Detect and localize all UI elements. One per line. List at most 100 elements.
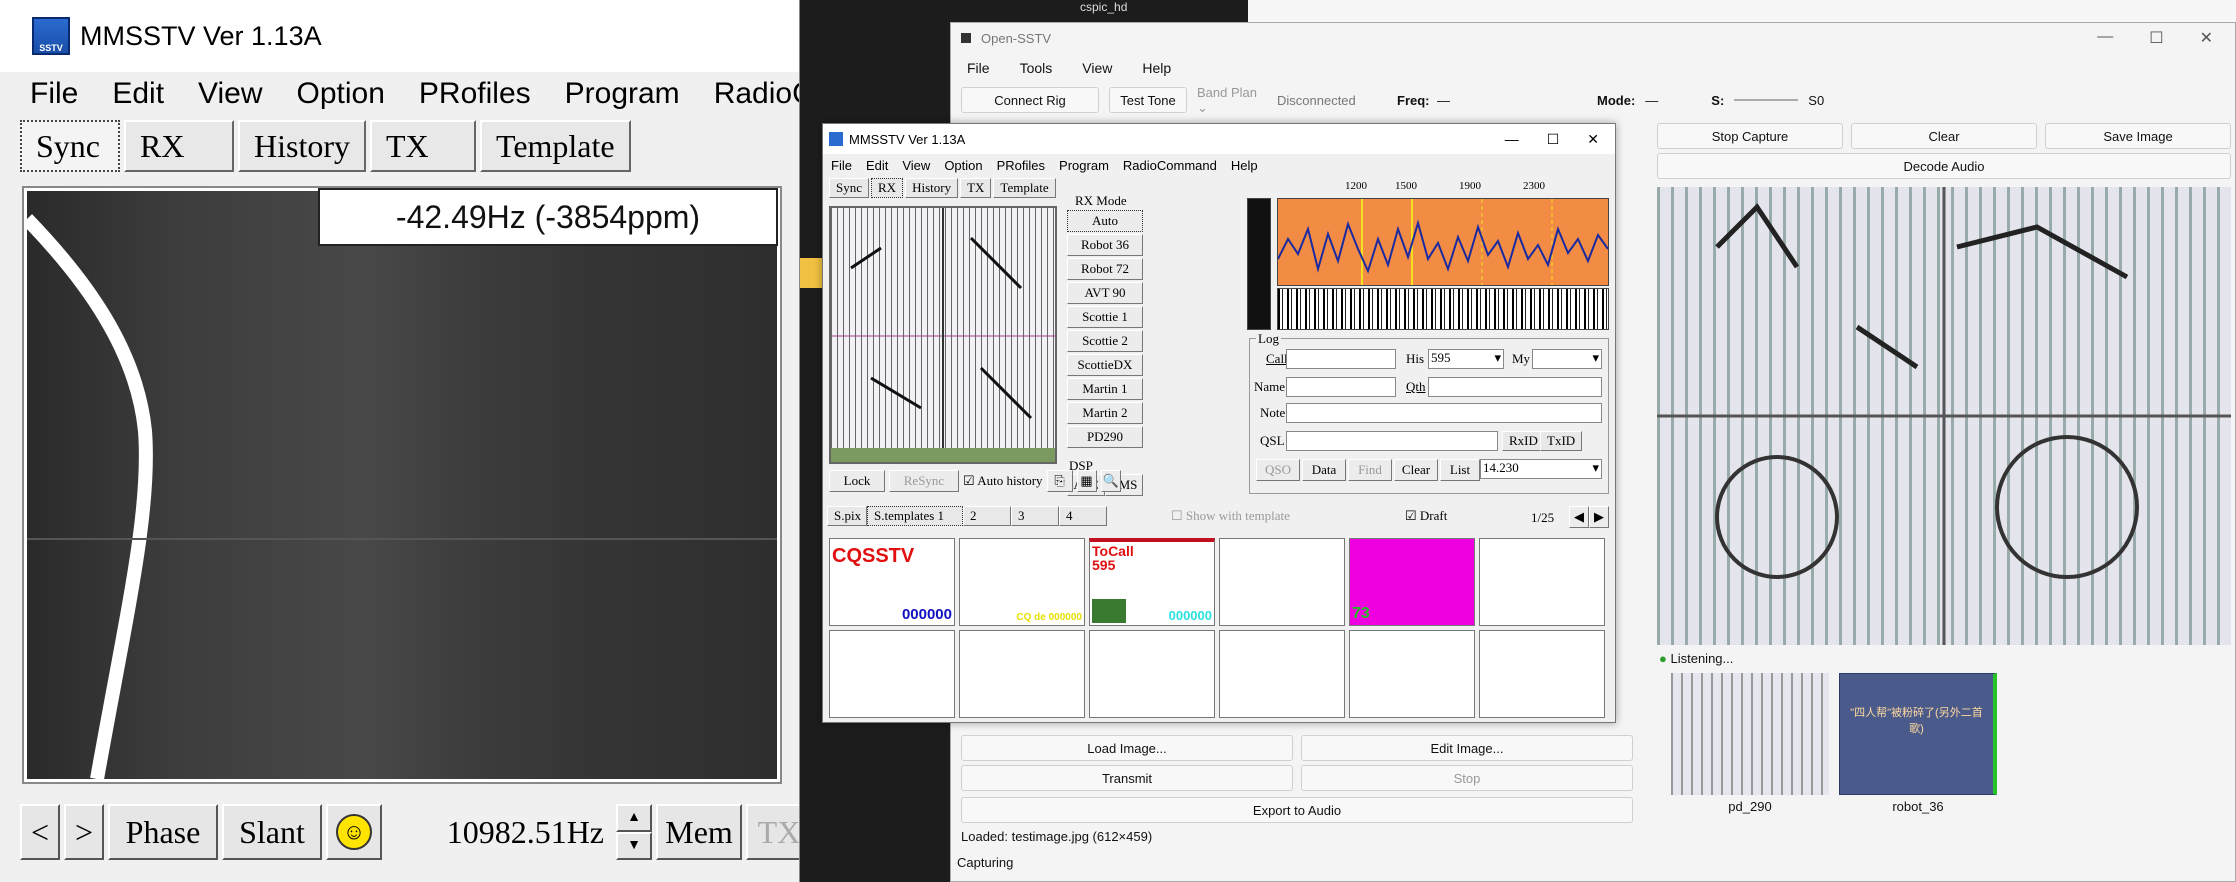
show-with-template-checkbox[interactable]: ☐ Show with template — [1171, 508, 1290, 524]
stop-button[interactable]: Stop — [1301, 765, 1633, 791]
minimize-icon[interactable]: — — [2097, 28, 2113, 48]
minimize-icon[interactable]: — — [1505, 131, 1519, 148]
thumbnail-pd290[interactable] — [1671, 673, 1829, 795]
my-rst-select[interactable]: ▾ — [1532, 349, 1602, 369]
auto-history-checkbox[interactable]: ☑ Auto history — [963, 473, 1043, 489]
stop-capture-button[interactable]: Stop Capture — [1657, 123, 1843, 149]
tab-spix[interactable]: S.pix — [827, 506, 867, 526]
tab-stemplates1[interactable]: S.templates 1 — [867, 506, 963, 526]
tab-rx[interactable]: RX — [124, 120, 234, 172]
clear-log-button[interactable]: Clear — [1394, 459, 1438, 481]
menu-view[interactable]: View — [902, 158, 930, 173]
zoom-icon[interactable]: 🔍 — [1100, 470, 1121, 492]
page-next-icon[interactable]: ▶ — [1589, 506, 1609, 528]
lock-button[interactable]: Lock — [829, 470, 885, 492]
menu-profiles[interactable]: PRofiles — [419, 77, 531, 111]
prev-button[interactable]: < — [20, 804, 60, 860]
thumbnail-robot36[interactable]: "四人帮"被粉碎了(另外二首歌) — [1839, 673, 1997, 795]
close-icon[interactable]: ✕ — [2200, 28, 2213, 48]
color-bars-icon[interactable]: ▦ — [1076, 470, 1097, 492]
decode-audio-button[interactable]: Decode Audio — [1657, 153, 2231, 179]
menu-view[interactable]: View — [198, 77, 262, 111]
menu-option[interactable]: Option — [297, 77, 385, 111]
test-tone-button[interactable]: Test Tone — [1109, 87, 1187, 113]
menu-file[interactable]: File — [967, 60, 990, 76]
menu-edit[interactable]: Edit — [112, 77, 164, 111]
qth-input[interactable] — [1428, 377, 1602, 397]
spin-down-icon[interactable]: ▼ — [616, 832, 652, 860]
resync-button[interactable]: ReSync — [889, 470, 959, 492]
template-cq-de[interactable]: CQ de 000000 — [959, 538, 1085, 626]
tab-templates2[interactable]: 2 — [963, 506, 1011, 526]
qsl-input[interactable] — [1286, 431, 1498, 451]
name-input[interactable] — [1286, 377, 1396, 397]
tab-history[interactable]: History — [905, 178, 959, 198]
mode-pd290[interactable]: PD290 — [1067, 426, 1143, 448]
smiley-button[interactable]: ☺ — [326, 804, 382, 860]
maximize-icon[interactable]: ☐ — [1547, 131, 1560, 148]
template-cq[interactable]: CQSSTV 000000 — [829, 538, 955, 626]
phase-button[interactable]: Phase — [108, 804, 218, 860]
rx-image[interactable] — [829, 206, 1057, 464]
tab-sync[interactable]: Sync — [829, 178, 869, 198]
template-empty[interactable] — [1089, 630, 1215, 718]
sync-waterfall[interactable] — [22, 186, 782, 784]
mode-robot72[interactable]: Robot 72 — [1067, 258, 1143, 280]
menu-file[interactable]: File — [831, 158, 852, 173]
mode-robot36[interactable]: Robot 36 — [1067, 234, 1143, 256]
template-empty[interactable] — [959, 630, 1085, 718]
maximize-icon[interactable]: ☐ — [2149, 28, 2163, 48]
load-image-button[interactable]: Load Image... — [961, 735, 1293, 761]
template-empty[interactable] — [1479, 538, 1605, 626]
template-empty[interactable] — [1219, 630, 1345, 718]
mode-auto[interactable]: Auto — [1067, 210, 1143, 232]
mode-scottiedx[interactable]: ScottieDX — [1067, 354, 1143, 376]
tab-templates4[interactable]: 4 — [1059, 506, 1107, 526]
template-empty[interactable] — [1349, 630, 1475, 718]
tab-sync[interactable]: Sync — [20, 120, 120, 172]
transmit-button[interactable]: Transmit — [961, 765, 1293, 791]
frequency-select[interactable]: 14.230 ▾ — [1480, 459, 1602, 479]
menu-help[interactable]: Help — [1231, 158, 1258, 173]
menu-profiles[interactable]: PRofiles — [997, 158, 1045, 173]
mode-scottie1[interactable]: Scottie 1 — [1067, 306, 1143, 328]
mode-martin1[interactable]: Martin 1 — [1067, 378, 1143, 400]
data-button[interactable]: Data — [1302, 459, 1346, 481]
menu-program[interactable]: Program — [1059, 158, 1109, 173]
mode-avt90[interactable]: AVT 90 — [1067, 282, 1143, 304]
page-prev-icon[interactable]: ◀ — [1569, 506, 1589, 528]
menu-radiocommand[interactable]: RadioCommand — [1123, 158, 1217, 173]
tab-template[interactable]: Template — [480, 120, 631, 172]
qso-button[interactable]: QSO — [1256, 459, 1300, 481]
clear-button[interactable]: Clear — [1851, 123, 2037, 149]
template-magenta[interactable]: 73 — [1349, 538, 1475, 626]
tab-tx[interactable]: TX — [370, 120, 476, 172]
freq-spinner[interactable]: ▲ ▼ — [616, 804, 652, 860]
menu-file[interactable]: File — [30, 77, 78, 111]
slant-button[interactable]: Slant — [222, 804, 322, 860]
tab-rx[interactable]: RX — [871, 178, 904, 198]
connect-rig-button[interactable]: Connect Rig — [961, 87, 1099, 113]
spin-up-icon[interactable]: ▲ — [616, 804, 652, 832]
template-empty[interactable] — [1479, 630, 1605, 718]
template-tocall[interactable]: ToCall 595 000000 — [1089, 538, 1215, 626]
tab-tx[interactable]: TX — [960, 178, 992, 198]
template-empty[interactable] — [829, 630, 955, 718]
band-plan-dropdown[interactable]: Band Plan ⌄ — [1197, 85, 1267, 116]
close-icon[interactable]: ✕ — [1587, 131, 1599, 148]
rxid-button[interactable]: RxID — [1502, 431, 1545, 451]
draft-checkbox[interactable]: ☑ Draft — [1405, 508, 1447, 524]
mode-scottie2[interactable]: Scottie 2 — [1067, 330, 1143, 352]
note-input[interactable] — [1286, 403, 1602, 423]
mem-button[interactable]: Mem — [656, 804, 742, 860]
edit-image-button[interactable]: Edit Image... — [1301, 735, 1633, 761]
tab-template[interactable]: Template — [993, 178, 1056, 198]
menu-option[interactable]: Option — [944, 158, 982, 173]
menu-view[interactable]: View — [1082, 60, 1112, 76]
template-blank-yellow[interactable] — [1219, 538, 1345, 626]
menu-help[interactable]: Help — [1142, 60, 1171, 76]
export-audio-button[interactable]: Export to Audio — [961, 797, 1633, 823]
menu-tools[interactable]: Tools — [1020, 60, 1053, 76]
save-image-button[interactable]: Save Image — [2045, 123, 2231, 149]
tab-history[interactable]: History — [238, 120, 366, 172]
